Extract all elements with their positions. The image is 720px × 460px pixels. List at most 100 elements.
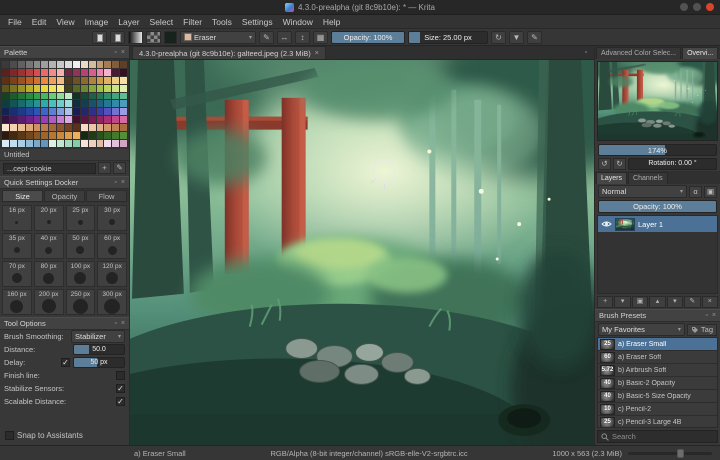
palette-swatch[interactable] xyxy=(2,68,9,76)
palette-swatch[interactable] xyxy=(80,68,88,76)
palette-swatch[interactable] xyxy=(65,84,72,92)
palette-swatch[interactable] xyxy=(9,131,17,139)
palette-swatch[interactable] xyxy=(96,76,104,84)
palette-swatch[interactable] xyxy=(72,84,80,92)
tab-channels[interactable]: Channels xyxy=(628,172,668,184)
rotate-left-button[interactable]: ↺ xyxy=(598,158,611,170)
palette-swatch[interactable] xyxy=(33,116,41,123)
palette-swatch[interactable] xyxy=(17,68,25,76)
palette-swatch[interactable] xyxy=(17,61,25,68)
float-docker-icon[interactable]: ▫ xyxy=(114,49,116,56)
delay-slider[interactable]: 50 px xyxy=(73,356,125,368)
duplicate-layer-button[interactable]: ▣ xyxy=(631,296,649,308)
tab-layers[interactable]: Layers xyxy=(596,172,628,184)
palette-swatch[interactable] xyxy=(25,61,33,68)
layer-row[interactable]: Layer 1 xyxy=(598,216,717,232)
palette-swatch[interactable] xyxy=(9,124,17,131)
palette-swatch[interactable] xyxy=(120,116,127,123)
finish-line-checkbox[interactable] xyxy=(116,370,125,380)
palette-swatch[interactable] xyxy=(17,92,25,100)
palette-swatch[interactable] xyxy=(57,116,64,123)
palette-swatch[interactable] xyxy=(88,68,96,76)
menu-item-edit[interactable]: Edit xyxy=(27,15,52,29)
statusbar-zoom-slider[interactable] xyxy=(628,448,713,458)
edit-brush-settings-button[interactable] xyxy=(110,30,125,44)
tag-button[interactable]: Tag xyxy=(686,323,717,336)
move-layer-up-button[interactable]: ▴ xyxy=(649,296,666,308)
palette-swatch[interactable] xyxy=(104,124,112,131)
tab-flow[interactable]: Flow xyxy=(86,189,127,202)
palette-swatch[interactable] xyxy=(72,124,80,131)
palette-swatch[interactable] xyxy=(96,84,104,92)
float-docker-icon[interactable]: ▫ xyxy=(114,179,116,186)
palette-swatch[interactable] xyxy=(33,100,41,108)
palette-swatch[interactable] xyxy=(65,100,72,108)
palette-swatch[interactable] xyxy=(88,108,96,116)
palette-swatch[interactable] xyxy=(104,76,112,84)
palette-swatch[interactable] xyxy=(65,124,72,131)
brush-size-option[interactable]: 35 px xyxy=(2,232,32,259)
palette-swatch[interactable] xyxy=(49,92,57,100)
palette-swatch[interactable] xyxy=(57,108,64,116)
palette-swatch[interactable] xyxy=(33,76,41,84)
palette-swatch[interactable] xyxy=(80,116,88,123)
layer-visibility-icon[interactable] xyxy=(600,220,612,228)
blend-mode-select[interactable]: Normal ▾ xyxy=(598,185,687,198)
palette-swatch[interactable] xyxy=(120,131,127,139)
mirror-vertical-button[interactable]: ↕ xyxy=(295,30,310,44)
palette-swatch[interactable] xyxy=(2,116,9,123)
palette-swatch[interactable] xyxy=(120,92,127,100)
palette-swatch[interactable] xyxy=(25,116,33,123)
palette-swatch[interactable] xyxy=(57,84,64,92)
palette-swatch[interactable] xyxy=(57,68,64,76)
palette-swatch[interactable] xyxy=(17,76,25,84)
docker-tab-1[interactable]: Overvi... xyxy=(682,47,719,59)
palette-swatch[interactable] xyxy=(104,116,112,123)
palette-swatch[interactable] xyxy=(25,92,33,100)
palette-entry-name[interactable]: ...cept-cookie xyxy=(3,162,96,174)
palette-swatch[interactable] xyxy=(33,131,41,139)
brush-size-option[interactable]: 70 px xyxy=(2,260,32,287)
palette-swatch[interactable] xyxy=(41,131,49,139)
palette-swatch[interactable] xyxy=(112,100,120,108)
float-docker-icon[interactable]: ▫ xyxy=(114,320,116,327)
palette-swatch[interactable] xyxy=(33,124,41,131)
palette-swatch[interactable] xyxy=(72,116,80,123)
palette-swatch[interactable] xyxy=(2,76,9,84)
palette-swatch[interactable] xyxy=(96,124,104,131)
palette-swatch[interactable] xyxy=(2,124,9,131)
brush-size-option[interactable]: 60 px xyxy=(97,232,127,259)
menu-item-layer[interactable]: Layer xyxy=(113,15,144,29)
palette-swatch[interactable] xyxy=(104,92,112,100)
close-docker-icon[interactable]: × xyxy=(121,179,125,186)
palette-swatch[interactable] xyxy=(72,92,80,100)
inherit-alpha-button[interactable]: ▣ xyxy=(704,185,717,198)
brush-size-option[interactable]: 120 px xyxy=(97,260,127,287)
palette-swatch[interactable] xyxy=(2,108,9,116)
palette-swatch[interactable] xyxy=(33,68,41,76)
palette-swatch[interactable] xyxy=(65,131,72,139)
palette-swatch[interactable] xyxy=(2,100,9,108)
brush-size-option[interactable]: 80 px xyxy=(33,260,64,287)
palette-swatch[interactable] xyxy=(33,84,41,92)
palette-swatch[interactable] xyxy=(112,124,120,131)
palette-swatch[interactable] xyxy=(72,100,80,108)
palette-swatch[interactable] xyxy=(9,100,17,108)
palette-swatch[interactable] xyxy=(88,100,96,108)
palette-swatch[interactable] xyxy=(2,84,9,92)
palette-swatch[interactable] xyxy=(104,108,112,116)
palette-swatch[interactable] xyxy=(17,100,25,108)
docker-tab-0[interactable]: Advanced Color Selec... xyxy=(596,47,682,59)
palette-swatch[interactable] xyxy=(41,84,49,92)
palette-swatch[interactable] xyxy=(80,108,88,116)
palette-swatch[interactable] xyxy=(25,100,33,108)
preset-row[interactable]: 40 b) Basic-5 Size Opacity xyxy=(598,390,717,403)
palette-swatch[interactable] xyxy=(96,116,104,123)
palette-swatch[interactable] xyxy=(57,124,64,131)
palette-swatch[interactable] xyxy=(9,108,17,116)
palette-swatch[interactable] xyxy=(80,61,88,68)
palette-swatch[interactable] xyxy=(49,124,57,131)
palette-swatch[interactable] xyxy=(80,139,88,147)
palette-swatch[interactable] xyxy=(104,84,112,92)
canvas[interactable] xyxy=(130,60,594,445)
